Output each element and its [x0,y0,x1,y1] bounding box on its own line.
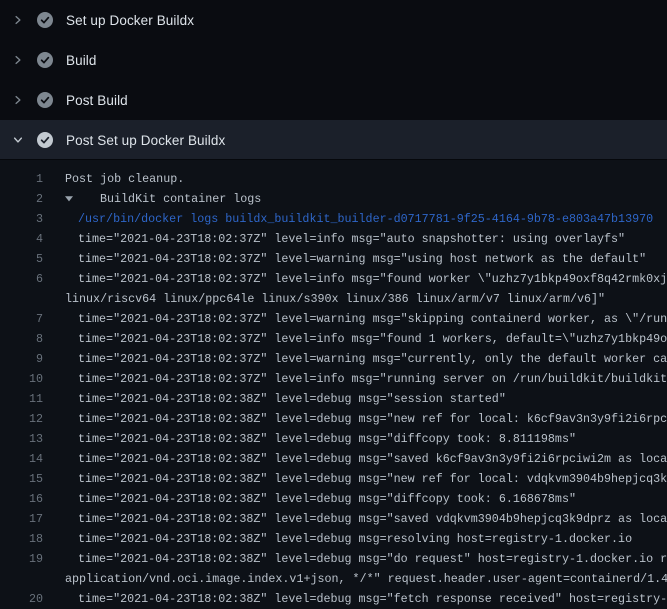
log-line-number[interactable]: 14 [0,452,43,466]
chevron-right-icon [12,94,24,106]
log-line: 17 time="2021-04-23T18:02:38Z" level=deb… [0,509,667,529]
log-line: 13 time="2021-04-23T18:02:38Z" level=deb… [0,429,667,449]
log-line-number[interactable]: 1 [0,172,43,186]
log-line: 11 time="2021-04-23T18:02:38Z" level=deb… [0,389,667,409]
log-line-number[interactable]: 12 [0,412,43,426]
check-circle-icon [37,92,53,108]
log-line: 15 time="2021-04-23T18:02:38Z" level=deb… [0,469,667,489]
log-line-text: time="2021-04-23T18:02:38Z" level=debug … [78,472,667,486]
log-line-text: time="2021-04-23T18:02:37Z" level=warnin… [78,312,667,326]
log-line-text: application/vnd.oci.image.index.v1+json,… [65,572,667,586]
log-line: 8 time="2021-04-23T18:02:37Z" level=info… [0,329,667,349]
log-line: 1 Post job cleanup. [0,169,667,189]
log-line-number[interactable]: 13 [0,432,43,446]
log-line-text: time="2021-04-23T18:02:38Z" level=debug … [78,432,576,446]
log-command-text: /usr/bin/docker logs buildx_buildkit_bui… [78,212,653,226]
log-line-text: time="2021-04-23T18:02:37Z" level=warnin… [78,252,646,266]
log-line-text: linux/riscv64 linux/ppc64le linux/s390x … [65,292,605,306]
log-group-toggle[interactable]: BuildKit container logs [65,192,261,206]
check-circle-icon [37,52,53,68]
step-title: Post Build [66,93,128,108]
log-line: 18 time="2021-04-23T18:02:38Z" level=deb… [0,529,667,549]
log-line-number[interactable]: 2 [0,192,43,206]
log-line-text: time="2021-04-23T18:02:38Z" level=debug … [78,592,667,606]
log-line-number[interactable]: 5 [0,252,43,266]
log-line-number[interactable]: 17 [0,512,43,526]
log-line: 10 time="2021-04-23T18:02:37Z" level=inf… [0,369,667,389]
log-line-text: time="2021-04-23T18:02:38Z" level=debug … [78,552,667,566]
log-line-number[interactable]: 16 [0,492,43,506]
log-line: 16 time="2021-04-23T18:02:38Z" level=deb… [0,489,667,509]
caret-down-icon [65,195,73,203]
steps-panel: Set up Docker Buildx Build Post Build Po… [0,0,667,160]
log-line-number[interactable]: 15 [0,472,43,486]
step-title: Build [66,53,97,68]
log-line: 20 time="2021-04-23T18:02:38Z" level=deb… [0,589,667,609]
log-line: 14 time="2021-04-23T18:02:38Z" level=deb… [0,449,667,469]
log-line-text: time="2021-04-23T18:02:37Z" level=info m… [78,272,667,286]
chevron-down-icon [12,134,24,146]
log-line: 4 time="2021-04-23T18:02:37Z" level=info… [0,229,667,249]
step-header-post-build[interactable]: Post Build [0,80,667,120]
log-line-number[interactable]: 7 [0,312,43,326]
log-line-text: time="2021-04-23T18:02:38Z" level=debug … [78,512,667,526]
log-line-number[interactable]: 9 [0,352,43,366]
log-line-number[interactable]: 18 [0,532,43,546]
log-panel: 1 Post job cleanup. 2 BuildKit container… [0,160,667,609]
check-circle-icon [37,132,53,148]
log-line-text: time="2021-04-23T18:02:37Z" level=warnin… [78,352,667,366]
step-header-post-setup-docker-buildx[interactable]: Post Set up Docker Buildx [0,120,667,160]
log-line-text: time="2021-04-23T18:02:38Z" level=debug … [78,452,667,466]
log-line: 12 time="2021-04-23T18:02:38Z" level=deb… [0,409,667,429]
log-line-number[interactable]: 4 [0,232,43,246]
chevron-right-icon [12,14,24,26]
log-line-wrap: linux/riscv64 linux/ppc64le linux/s390x … [0,289,667,309]
log-line-text: time="2021-04-23T18:02:37Z" level=info m… [78,332,667,346]
log-line-text: time="2021-04-23T18:02:38Z" level=debug … [78,492,576,506]
log-line-number[interactable]: 11 [0,392,43,406]
chevron-right-icon [12,54,24,66]
log-line-number[interactable]: 8 [0,332,43,346]
log-line: 9 time="2021-04-23T18:02:37Z" level=warn… [0,349,667,369]
step-title: Set up Docker Buildx [66,13,194,28]
log-line-number[interactable]: 3 [0,212,43,226]
check-circle-icon [37,12,53,28]
step-header-build[interactable]: Build [0,40,667,80]
log-line: 2 BuildKit container logs [0,189,667,209]
log-line: 5 time="2021-04-23T18:02:37Z" level=warn… [0,249,667,269]
log-line: 3 /usr/bin/docker logs buildx_buildkit_b… [0,209,667,229]
log-line-text: time="2021-04-23T18:02:38Z" level=debug … [78,532,632,546]
log-line-number[interactable]: 19 [0,552,43,566]
log-line-wrap: application/vnd.oci.image.index.v1+json,… [0,569,667,589]
log-line: 19 time="2021-04-23T18:02:38Z" level=deb… [0,549,667,569]
step-title: Post Set up Docker Buildx [66,133,225,148]
log-line-text: time="2021-04-23T18:02:38Z" level=debug … [78,412,667,426]
log-line-text: time="2021-04-23T18:02:38Z" level=debug … [78,392,506,406]
log-line-text: time="2021-04-23T18:02:37Z" level=info m… [78,232,625,246]
log-line-number[interactable]: 20 [0,592,43,606]
log-line: 7 time="2021-04-23T18:02:37Z" level=warn… [0,309,667,329]
log-line-text: Post job cleanup. [65,172,184,186]
log-line-number[interactable]: 6 [0,272,43,286]
log-line-text: time="2021-04-23T18:02:37Z" level=info m… [78,372,667,386]
log-line: 6 time="2021-04-23T18:02:37Z" level=info… [0,269,667,289]
step-header-setup-docker-buildx[interactable]: Set up Docker Buildx [0,0,667,40]
log-line-number[interactable]: 10 [0,372,43,386]
log-group-label: BuildKit container logs [100,192,261,206]
